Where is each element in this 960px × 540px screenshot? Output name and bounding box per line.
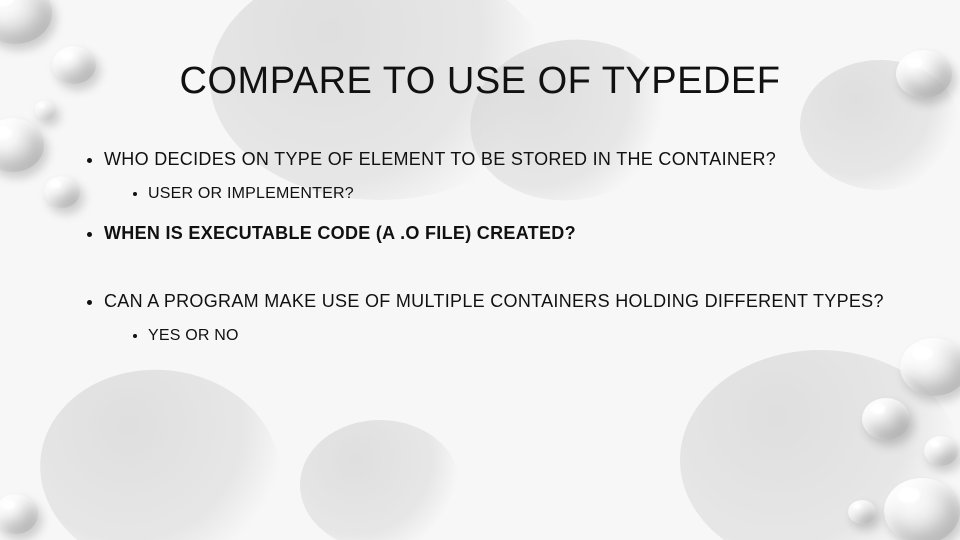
list-item-text: CAN A PROGRAM MAKE USE OF MULTIPLE CONTA… [104,291,884,311]
list-item-text: WHEN IS EXECUTABLE CODE (A .O FILE) CREA… [104,223,576,243]
water-drop-icon [862,398,910,440]
list-item: WHEN IS EXECUTABLE CODE (A .O FILE) CREA… [104,221,890,245]
sub-list-item: YES OR NO [148,325,890,347]
water-drop-icon [0,494,38,534]
slide-content: COMPARE TO USE OF TYPEDEF WHO DECIDES ON… [0,0,960,347]
slide-title: COMPARE TO USE OF TYPEDEF [70,60,890,103]
background-blob [30,358,290,540]
sub-list: YES OR NO [104,325,890,347]
bullet-list: WHO DECIDES ON TYPE OF ELEMENT TO BE STO… [70,147,890,347]
slide: COMPARE TO USE OF TYPEDEF WHO DECIDES ON… [0,0,960,540]
background-blob [680,350,960,540]
water-drop-icon [848,500,876,524]
list-item: CAN A PROGRAM MAKE USE OF MULTIPLE CONTA… [104,289,890,347]
list-item: WHO DECIDES ON TYPE OF ELEMENT TO BE STO… [104,147,890,205]
list-item-text: WHO DECIDES ON TYPE OF ELEMENT TO BE STO… [104,149,776,169]
background-blob [300,420,460,540]
water-drop-icon [924,436,958,466]
sub-list-item: USER OR IMPLEMENTER? [148,183,890,205]
water-drop-icon [884,478,960,540]
sub-list: USER OR IMPLEMENTER? [104,183,890,205]
